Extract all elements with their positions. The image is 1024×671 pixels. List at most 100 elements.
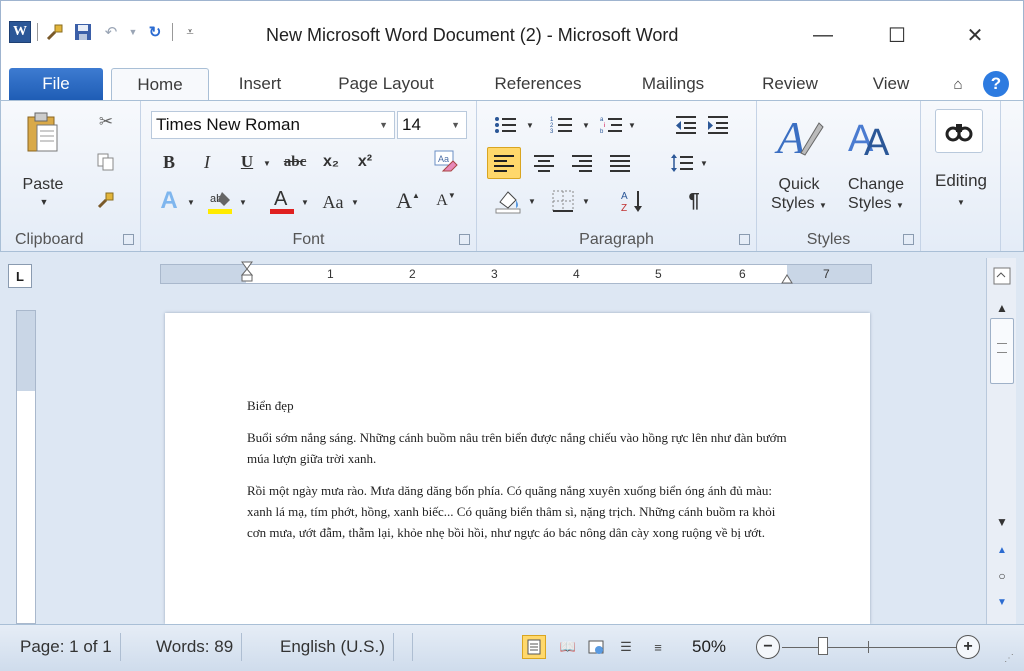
superscript-button[interactable]: x² — [351, 149, 379, 175]
underline-button[interactable]: U — [235, 149, 259, 175]
align-right-button[interactable] — [567, 147, 597, 179]
grow-font-button[interactable]: A ▲ — [393, 187, 423, 215]
change-case-button[interactable]: Aa — [317, 189, 349, 215]
change-case-dropdown-icon[interactable]: ▼ — [349, 193, 361, 211]
scroll-up-icon[interactable]: ▲ — [990, 298, 1014, 318]
next-page-icon[interactable]: ▼ — [990, 592, 1014, 612]
paragraph-launcher-icon[interactable] — [739, 234, 750, 245]
strikethrough-button[interactable]: abc — [275, 149, 315, 175]
page-count[interactable]: Page: 1 of 1 — [12, 633, 121, 661]
multilevel-list-icon[interactable]: aib — [599, 113, 625, 137]
paste-label[interactable]: Paste — [19, 175, 67, 194]
right-indent-marker-icon[interactable] — [781, 271, 793, 285]
full-screen-reading-icon[interactable]: 📖 — [556, 635, 580, 659]
line-spacing-dropdown-icon[interactable]: ▼ — [699, 155, 709, 171]
styles-launcher-icon[interactable] — [903, 234, 914, 245]
resize-grip-icon[interactable]: ⋰ — [1004, 653, 1018, 667]
quick-styles-button[interactable]: Quick Styles ▼ — [763, 175, 835, 215]
tab-review[interactable]: Review — [749, 68, 831, 100]
bold-button[interactable]: B — [157, 149, 181, 175]
zoom-level[interactable]: 50% — [692, 635, 726, 659]
vertical-ruler[interactable] — [16, 310, 36, 624]
minimize-ribbon-icon[interactable]: ⌂ — [945, 68, 971, 100]
minimize-button[interactable]: — — [803, 19, 843, 51]
highlight-dropdown-icon[interactable]: ▼ — [237, 193, 249, 211]
highlight-color-icon[interactable]: ab — [205, 187, 235, 217]
show-formatting-button[interactable]: ¶ — [679, 187, 709, 215]
redo-icon[interactable]: ↻ — [144, 21, 166, 43]
ruler-toggle-icon[interactable] — [990, 266, 1014, 286]
italic-button[interactable]: I — [195, 149, 219, 175]
tab-mailings[interactable]: Mailings — [625, 68, 721, 100]
bullets-icon[interactable] — [493, 113, 519, 137]
word-app-icon[interactable]: W — [9, 21, 31, 43]
justify-button[interactable] — [605, 147, 635, 179]
select-browse-object-icon[interactable]: ○ — [990, 566, 1014, 586]
word-count[interactable]: Words: 89 — [148, 633, 243, 661]
copy-icon[interactable] — [95, 151, 117, 173]
borders-dropdown-icon[interactable]: ▼ — [581, 193, 591, 209]
find-icon[interactable] — [935, 109, 983, 153]
align-center-button[interactable] — [529, 147, 559, 179]
language-indicator[interactable]: English (U.S.) — [272, 633, 394, 661]
print-layout-button[interactable] — [522, 635, 546, 659]
tab-selector-button[interactable]: L — [8, 264, 32, 288]
scroll-down-icon[interactable]: ▼ — [990, 512, 1014, 532]
bullets-dropdown-icon[interactable]: ▼ — [525, 117, 535, 133]
change-styles-button[interactable]: Change Styles ▼ — [837, 175, 915, 215]
tab-file[interactable]: File — [9, 68, 103, 100]
zoom-slider[interactable] — [782, 647, 958, 648]
font-size-select[interactable]: 14 ▼ — [397, 111, 467, 139]
help-icon[interactable]: ? — [981, 68, 1011, 100]
document-body[interactable]: Biển đẹp Buổi sớm nắng sáng. Những cánh … — [247, 395, 792, 554]
font-family-select[interactable]: Times New Roman ▼ — [151, 111, 395, 139]
draft-view-icon[interactable]: ≡ — [646, 635, 670, 659]
tab-insert[interactable]: Insert — [223, 68, 297, 100]
document-paragraph[interactable]: Rồi một ngày mưa rào. Mưa dăng dăng bốn … — [247, 480, 792, 543]
undo-dropdown-icon[interactable]: ▼ — [128, 21, 138, 43]
cut-icon[interactable]: ✂ — [95, 111, 117, 133]
document-paragraph[interactable]: Buổi sớm nắng sáng. Những cánh buồm nâu … — [247, 427, 792, 469]
underline-dropdown-icon[interactable]: ▼ — [261, 153, 273, 173]
previous-page-icon[interactable]: ▲ — [990, 540, 1014, 560]
zoom-out-button[interactable]: − — [756, 635, 780, 659]
format-painter-icon[interactable] — [95, 189, 117, 211]
shading-icon[interactable] — [493, 187, 523, 215]
text-effects-icon[interactable]: A — [155, 187, 183, 215]
web-layout-icon[interactable] — [584, 635, 608, 659]
shrink-font-button[interactable]: A ▼ — [431, 187, 461, 215]
font-color-dropdown-icon[interactable]: ▼ — [299, 193, 311, 211]
customize-toolbar-icon[interactable]: ⩡ — [179, 21, 201, 43]
decrease-indent-icon[interactable] — [673, 113, 699, 137]
indent-marker-icon[interactable] — [240, 261, 254, 287]
paste-dropdown-icon[interactable]: ▼ — [37, 197, 51, 207]
sort-icon[interactable]: AZ — [617, 187, 647, 215]
clear-formatting-icon[interactable]: Aa — [431, 147, 461, 175]
quick-styles-icon[interactable]: A — [771, 107, 827, 165]
paste-icon[interactable] — [23, 109, 63, 165]
subscript-button[interactable]: x₂ — [317, 149, 345, 175]
maximize-button[interactable]: ☐ — [877, 19, 917, 51]
change-styles-icon[interactable]: AA — [845, 107, 901, 165]
vertical-scrollbar[interactable]: ▲ ▼ ▲ ○ ▼ — [986, 258, 1016, 624]
scroll-thumb[interactable] — [990, 318, 1014, 384]
text-effects-dropdown-icon[interactable]: ▼ — [185, 193, 197, 211]
numbering-dropdown-icon[interactable]: ▼ — [581, 117, 591, 133]
tab-page-layout[interactable]: Page Layout — [321, 68, 451, 100]
tab-view[interactable]: View — [859, 68, 923, 100]
font-launcher-icon[interactable] — [459, 234, 470, 245]
editing-button[interactable]: Editing — [921, 171, 1001, 190]
outline-view-icon[interactable]: ☰ — [614, 635, 638, 659]
clipboard-launcher-icon[interactable] — [123, 234, 134, 245]
multilevel-dropdown-icon[interactable]: ▼ — [627, 117, 637, 133]
font-color-icon[interactable]: A — [267, 185, 297, 217]
tab-references[interactable]: References — [479, 68, 597, 100]
zoom-in-button[interactable]: + — [956, 635, 980, 659]
undo-icon[interactable]: ↶ — [100, 21, 122, 43]
align-left-button[interactable] — [487, 147, 521, 179]
tab-home[interactable]: Home — [111, 68, 209, 100]
document-page[interactable]: Biển đẹp Buổi sớm nắng sáng. Những cánh … — [165, 313, 870, 624]
shading-dropdown-icon[interactable]: ▼ — [527, 193, 537, 209]
document-title[interactable]: Biển đẹp — [247, 395, 792, 416]
zoom-slider-thumb[interactable] — [818, 637, 828, 655]
